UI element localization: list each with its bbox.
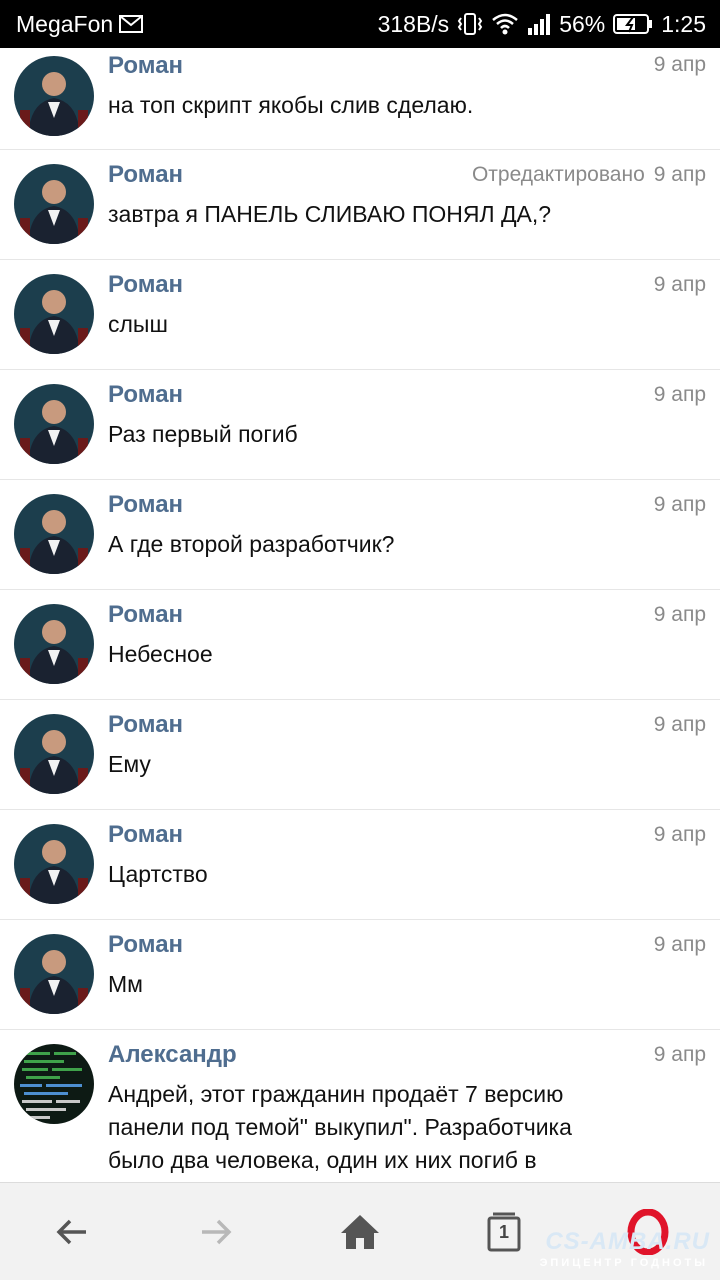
avatar[interactable]	[14, 1044, 94, 1124]
tab-count: 1	[498, 1221, 509, 1242]
vibrate-icon	[457, 12, 483, 36]
wifi-icon	[491, 12, 519, 36]
clock: 1:25	[661, 10, 706, 37]
comment-author[interactable]: Роман	[108, 491, 183, 519]
comment-text: А где второй разработчик?	[108, 531, 395, 557]
comment-text: Ему	[108, 751, 151, 777]
comment-author[interactable]: Роман	[108, 711, 183, 739]
comment-text: Андрей, этот гражданин продаёт 7 версию …	[108, 1081, 572, 1173]
back-arrow-icon	[56, 1219, 86, 1244]
home-button[interactable]	[320, 1192, 400, 1272]
list-item[interactable]: Роман 9 апр Мм	[0, 920, 720, 1030]
comment-date: 9 апр	[653, 163, 706, 186]
comment-author[interactable]: Роман	[108, 52, 183, 80]
comment-meta: 9 апр	[645, 1043, 706, 1067]
list-item[interactable]: Роман 9 апр Небесное	[0, 590, 720, 700]
comments-feed[interactable]: Роман 9 апр на топ скрипт якобы слив сде…	[0, 48, 720, 1182]
carrier-name: MegaFon	[16, 10, 114, 37]
comment-author[interactable]: Роман	[108, 821, 183, 849]
forward-arrow-icon	[202, 1219, 232, 1244]
edited-label: Отредактировано	[471, 163, 645, 186]
list-item[interactable]: Роман Отредактировано 9 апр завтра я ПАН…	[0, 150, 720, 260]
comment-date: 9 апр	[653, 603, 706, 626]
list-item[interactable]: Роман 9 апр А где второй разработчик?	[0, 480, 720, 590]
avatar[interactable]	[14, 494, 94, 574]
comment-date: 9 апр	[653, 493, 706, 516]
comment-date: 9 апр	[653, 383, 706, 406]
comment-meta: 9 апр	[645, 383, 706, 407]
comment-meta: 9 апр	[645, 823, 706, 847]
avatar[interactable]	[14, 604, 94, 684]
avatar[interactable]	[14, 714, 94, 794]
comment-text: на топ скрипт якобы слив сделаю.	[108, 92, 474, 118]
comment-date: 9 апр	[653, 713, 706, 736]
back-button[interactable]	[32, 1192, 112, 1272]
comment-date: 9 апр	[653, 823, 706, 846]
comment-meta: Отредактировано 9 апр	[472, 163, 706, 187]
comment-meta: 9 апр	[645, 713, 706, 737]
comment-date: 9 апр	[653, 933, 706, 956]
comment-author[interactable]: Роман	[108, 381, 183, 409]
comment-author[interactable]: Роман	[108, 931, 183, 959]
forward-button[interactable]	[176, 1192, 256, 1272]
comment-author[interactable]: Александр	[108, 1041, 237, 1069]
avatar[interactable]	[14, 274, 94, 354]
comment-meta: 9 апр	[645, 603, 706, 627]
avatar[interactable]	[14, 384, 94, 464]
list-item[interactable]: Роман 9 апр слыш	[0, 260, 720, 370]
comment-text: слыш	[108, 311, 168, 337]
comment-author[interactable]: Роман	[108, 161, 183, 189]
list-item[interactable]: Александр 9 апр Андрей, этот гражданин п…	[0, 1030, 720, 1182]
comment-date: 9 апр	[653, 1043, 706, 1066]
status-bar: MegaFon 318B/s 56% 1:25	[0, 0, 720, 48]
comment-author[interactable]: Роман	[108, 271, 183, 299]
watermark-subtitle: ЭПИЦЕНТР ГОДНОТЫ	[539, 1257, 708, 1269]
list-item[interactable]: Роман 9 апр на топ скрипт якобы слив сде…	[0, 48, 720, 150]
avatar[interactable]	[14, 934, 94, 1014]
mail-icon	[119, 15, 144, 33]
signal-icon	[527, 12, 551, 36]
comment-text: завтра я ПАНЕЛЬ СЛИВАЮ ПОНЯЛ ДА,?	[108, 201, 552, 227]
comment-meta: 9 апр	[645, 933, 706, 957]
comment-date: 9 апр	[653, 53, 706, 76]
comment-text: Небесное	[108, 641, 213, 667]
bottom-nav: 1 CS-AMBA.RU ЭПИЦЕНТР ГОДНОТЫ	[0, 1182, 720, 1280]
avatar[interactable]	[14, 824, 94, 904]
comment-meta: 9 апр	[645, 273, 706, 297]
comment-date: 9 апр	[653, 273, 706, 296]
list-item[interactable]: Роман 9 апр Раз первый погиб	[0, 370, 720, 480]
battery-icon	[613, 13, 653, 35]
comment-meta: 9 апр	[645, 53, 706, 77]
net-speed: 318B/s	[377, 10, 450, 37]
avatar[interactable]	[14, 56, 94, 136]
comment-text: Раз первый погиб	[108, 421, 298, 447]
comment-text: Цартство	[108, 861, 208, 887]
watermark-title: CS-AMBA.RU	[545, 1228, 710, 1255]
list-item[interactable]: Роман 9 апр Цартство	[0, 810, 720, 920]
comment-author[interactable]: Роман	[108, 601, 183, 629]
watermark: CS-AMBA.RU ЭПИЦЕНТР ГОДНОТЫ	[524, 1226, 714, 1276]
battery-percent: 56%	[559, 10, 606, 37]
avatar[interactable]	[14, 164, 94, 244]
home-icon	[341, 1214, 379, 1249]
comment-meta: 9 апр	[645, 493, 706, 517]
list-item[interactable]: Роман 9 апр Ему	[0, 700, 720, 810]
comment-text: Мм	[108, 971, 143, 997]
